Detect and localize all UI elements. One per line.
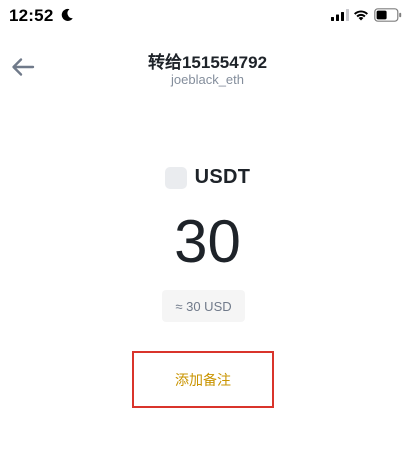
add-note-button[interactable]: 添加备注 bbox=[132, 351, 274, 408]
recipient-username: joeblack_eth bbox=[171, 72, 244, 87]
signal-icon bbox=[331, 9, 349, 21]
status-time: 12:52 bbox=[9, 6, 54, 25]
status-bar: 12:52 bbox=[0, 0, 415, 36]
battery-icon bbox=[374, 8, 402, 22]
wifi-icon bbox=[354, 10, 368, 21]
page-title: 转给151554792 bbox=[147, 53, 268, 72]
moon-icon bbox=[61, 8, 73, 21]
asset-row: USDT bbox=[0, 166, 415, 189]
asset-name: USDT bbox=[194, 166, 251, 188]
fiat-equivalent-badge: ≈ 30 USD bbox=[162, 290, 245, 322]
coin-placeholder-icon bbox=[164, 166, 187, 189]
transfer-amount: 30 bbox=[174, 208, 241, 275]
